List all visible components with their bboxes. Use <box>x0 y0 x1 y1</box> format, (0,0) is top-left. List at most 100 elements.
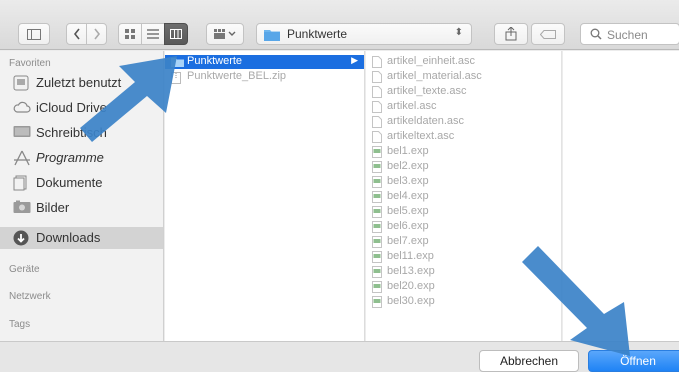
exp-file-icon <box>372 221 382 233</box>
open-file-dialog: Punktwerte ⬍ Suchen Favoriten Zuletzt be… <box>0 0 679 372</box>
sidebar-item-label: Downloads <box>36 230 101 245</box>
icon-view-icon <box>125 29 135 39</box>
gallery-view-button[interactable] <box>206 23 244 45</box>
icon-view-button[interactable] <box>118 23 142 45</box>
documents-icon <box>13 175 27 191</box>
list-item-label: bel5.exp <box>387 205 429 217</box>
document-icon <box>372 131 382 143</box>
list-item[interactable]: bel3.exp <box>366 175 561 190</box>
list-item[interactable]: bel11.exp <box>366 250 561 265</box>
document-icon <box>372 116 382 128</box>
downloads-icon <box>13 230 29 246</box>
list-item-label: artikel.asc <box>387 100 437 112</box>
path-label: Punktwerte <box>287 27 348 41</box>
share-button[interactable] <box>494 23 528 45</box>
sidebar-item-documents[interactable]: Dokumente <box>0 172 163 194</box>
path-popup[interactable]: Punktwerte ⬍ <box>256 23 472 45</box>
sidebar-item-applications[interactable]: Programme <box>0 147 163 169</box>
cancel-button[interactable]: Abbrechen <box>479 350 579 372</box>
folder-icon <box>171 58 184 67</box>
list-item[interactable]: artikeldaten.asc <box>366 115 561 130</box>
sidebar-toggle-icon <box>27 28 41 40</box>
sidebar-item-label: Zuletzt benutzt <box>36 75 122 90</box>
updown-icon: ⬍ <box>454 27 463 38</box>
list-item[interactable]: bel4.exp <box>366 190 561 205</box>
list-item-label: bel6.exp <box>387 220 429 232</box>
sidebar-item-desktop[interactable]: Schreibtisch <box>0 122 163 144</box>
list-item-label: Punktwerte <box>187 55 243 67</box>
exp-file-icon <box>372 251 382 263</box>
document-icon <box>372 56 382 68</box>
sidebar-header-favorites: Favoriten <box>9 58 51 69</box>
document-icon <box>372 101 382 113</box>
list-view-button[interactable] <box>141 23 165 45</box>
document-icon <box>372 71 382 83</box>
list-item-label: bel3.exp <box>387 175 429 187</box>
sidebar: Favoriten Zuletzt benutzt iCloud Drive S… <box>0 51 164 341</box>
exp-file-icon <box>372 281 382 293</box>
sidebar-item-label: Bilder <box>36 200 70 215</box>
list-item[interactable]: bel30.exp <box>366 295 561 310</box>
list-item[interactable]: bel20.exp <box>366 280 561 295</box>
list-item-label: artikeldaten.asc <box>387 115 465 127</box>
toolbar: Punktwerte ⬍ Suchen <box>0 0 679 50</box>
sidebar-toggle-button[interactable] <box>18 23 50 45</box>
list-item-label: bel1.exp <box>387 145 429 157</box>
chevron-left-icon <box>73 28 80 40</box>
list-item[interactable]: bel7.exp <box>366 235 561 250</box>
sidebar-item-pictures[interactable]: Bilder <box>0 197 163 219</box>
list-item[interactable]: artikel_texte.asc <box>366 85 561 100</box>
applications-icon <box>14 150 30 166</box>
bottom-bar: Abbrechen Öffnen <box>0 341 679 372</box>
list-item[interactable]: bel13.exp <box>366 265 561 280</box>
zip-file-icon <box>171 72 181 84</box>
disclosure-arrow-icon: ▶ <box>351 55 358 65</box>
sidebar-item-label: Programme <box>36 150 104 165</box>
list-item[interactable]: bel6.exp <box>366 220 561 235</box>
search-placeholder: Suchen <box>607 28 648 42</box>
cloud-icon <box>13 101 31 113</box>
search-field[interactable]: Suchen <box>580 23 679 45</box>
list-item-label: bel2.exp <box>387 160 429 172</box>
list-item-label: bel13.exp <box>387 265 435 277</box>
list-item-label: artikeltext.asc <box>387 130 455 142</box>
list-item-label: bel20.exp <box>387 280 435 292</box>
list-item[interactable]: bel5.exp <box>366 205 561 220</box>
forward-button[interactable] <box>86 23 107 45</box>
browser-column-1: Punktwerte ▶ Punktwerte_BEL.zip <box>165 51 365 341</box>
exp-file-icon <box>372 161 382 173</box>
list-item-label: bel11.exp <box>387 250 434 262</box>
chevron-right-icon <box>93 28 100 40</box>
list-item[interactable]: artikel_einheit.asc <box>366 55 561 70</box>
recents-icon <box>13 75 29 91</box>
list-item-label: bel7.exp <box>387 235 429 247</box>
list-item-label: bel4.exp <box>387 190 429 202</box>
open-button[interactable]: Öffnen <box>588 350 679 372</box>
exp-file-icon <box>372 266 382 278</box>
sidebar-item-downloads[interactable]: Downloads <box>0 227 163 249</box>
exp-file-icon <box>372 296 382 308</box>
folder-icon <box>264 30 280 41</box>
list-item-zip-file[interactable]: Punktwerte_BEL.zip <box>165 70 364 84</box>
sidebar-item-recents[interactable]: Zuletzt benutzt <box>0 72 163 94</box>
list-item-punktwerte-folder[interactable]: Punktwerte ▶ <box>165 55 364 69</box>
sidebar-header-network: Netzwerk <box>9 291 51 302</box>
list-item[interactable]: artikel.asc <box>366 100 561 115</box>
sidebar-item-label: Schreibtisch <box>36 125 107 140</box>
list-item[interactable]: bel1.exp <box>366 145 561 160</box>
list-item[interactable]: bel2.exp <box>366 160 561 175</box>
tag-button[interactable] <box>531 23 565 45</box>
column-view-button[interactable] <box>164 23 188 45</box>
search-icon <box>590 28 602 40</box>
list-item[interactable]: artikel_material.asc <box>366 70 561 85</box>
list-item-label: artikel_einheit.asc <box>387 55 476 67</box>
list-item[interactable]: artikeltext.asc <box>366 130 561 145</box>
list-item-label: Punktwerte_BEL.zip <box>187 70 287 82</box>
sidebar-header-devices: Geräte <box>9 264 40 275</box>
sidebar-item-icloud[interactable]: iCloud Drive <box>0 97 163 119</box>
column-view-icon <box>170 29 182 39</box>
document-icon <box>372 86 382 98</box>
list-item-label: artikel_texte.asc <box>387 85 467 97</box>
back-button[interactable] <box>66 23 87 45</box>
list-item-label: artikel_material.asc <box>387 70 482 82</box>
